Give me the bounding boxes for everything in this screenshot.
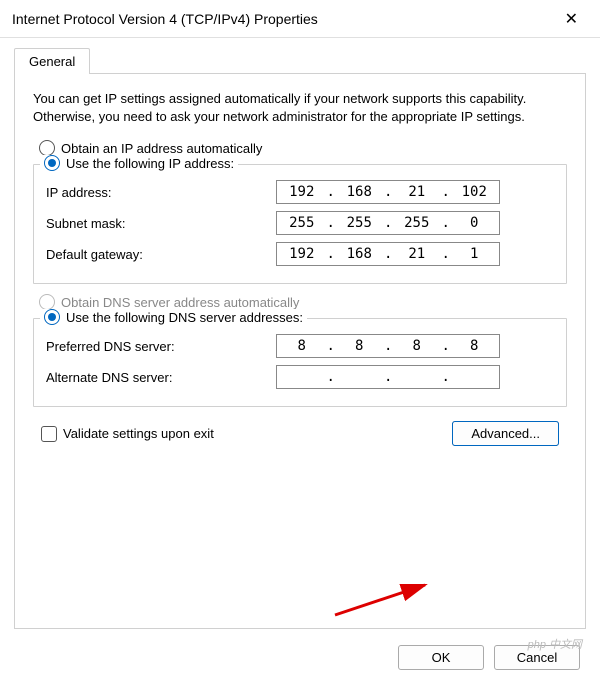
label-default-gateway: Default gateway:	[46, 247, 276, 262]
ip-octet: 192	[277, 184, 327, 200]
checkbox-icon	[41, 426, 57, 442]
label-preferred-dns: Preferred DNS server:	[46, 339, 276, 354]
radio-obtain-dns-auto: Obtain DNS server address automatically	[39, 294, 571, 310]
watermark-text: php 中文网	[528, 636, 582, 652]
radio-label: Use the following DNS server addresses:	[66, 310, 303, 325]
ip-octet: 21	[392, 184, 442, 200]
input-default-gateway[interactable]: 192. 168. 21. 1	[276, 242, 500, 266]
radio-label: Use the following IP address:	[66, 156, 234, 171]
ip-octet: 0	[450, 215, 500, 231]
group-ip-manual: Use the following IP address: IP address…	[33, 164, 567, 284]
ip-octet: 168	[335, 184, 385, 200]
ip-octet: 8	[277, 338, 327, 354]
ip-octet: 255	[335, 215, 385, 231]
close-icon[interactable]: ✕	[555, 5, 588, 33]
ip-octet: 168	[335, 246, 385, 262]
checkbox-label: Validate settings upon exit	[63, 426, 214, 441]
checkbox-validate-on-exit[interactable]: Validate settings upon exit	[41, 426, 214, 442]
ip-octet: 255	[392, 215, 442, 231]
input-alternate-dns[interactable]: . . .	[276, 365, 500, 389]
radio-icon	[39, 294, 55, 310]
tab-general[interactable]: General	[14, 48, 90, 74]
label-ip-address: IP address:	[46, 185, 276, 200]
radio-icon	[44, 309, 60, 325]
label-alternate-dns: Alternate DNS server:	[46, 370, 276, 385]
radio-obtain-ip-auto[interactable]: Obtain an IP address automatically	[39, 140, 571, 156]
radio-use-ip-manual[interactable]: Use the following IP address:	[40, 155, 238, 171]
radio-icon	[39, 140, 55, 156]
advanced-button[interactable]: Advanced...	[452, 421, 559, 446]
radio-icon	[44, 155, 60, 171]
tabstrip: General	[14, 48, 586, 74]
input-preferred-dns[interactable]: 8. 8. 8. 8	[276, 334, 500, 358]
description-text: You can get IP settings assigned automat…	[33, 90, 567, 126]
input-subnet-mask[interactable]: 255. 255. 255. 0	[276, 211, 500, 235]
window-title: Internet Protocol Version 4 (TCP/IPv4) P…	[12, 11, 555, 27]
ip-octet: 8	[335, 338, 385, 354]
group-dns-manual: Use the following DNS server addresses: …	[33, 318, 567, 407]
ip-octet: 8	[392, 338, 442, 354]
ip-octet: 102	[450, 184, 500, 200]
ip-octet: 1	[450, 246, 500, 262]
ip-octet: 21	[392, 246, 442, 262]
radio-use-dns-manual[interactable]: Use the following DNS server addresses:	[40, 309, 307, 325]
ip-octet: 255	[277, 215, 327, 231]
label-subnet-mask: Subnet mask:	[46, 216, 276, 231]
tab-panel-general: You can get IP settings assigned automat…	[14, 73, 586, 629]
ok-button[interactable]: OK	[398, 645, 484, 670]
radio-label: Obtain an IP address automatically	[61, 141, 262, 156]
ip-octet: 192	[277, 246, 327, 262]
titlebar: Internet Protocol Version 4 (TCP/IPv4) P…	[0, 0, 600, 38]
input-ip-address[interactable]: 192. 168. 21. 102	[276, 180, 500, 204]
radio-label: Obtain DNS server address automatically	[61, 295, 299, 310]
ip-octet: 8	[450, 338, 500, 354]
